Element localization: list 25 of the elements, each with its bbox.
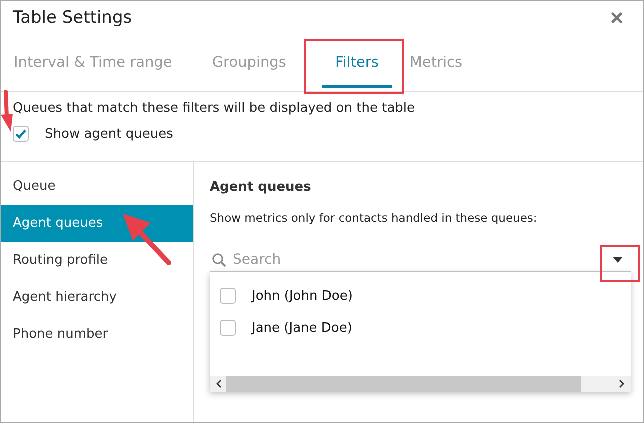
arrow xyxy=(1,89,15,133)
sidebar-item[interactable]: Queue xyxy=(1,168,193,205)
chevron-left-icon[interactable] xyxy=(216,380,222,388)
search-field[interactable]: Search xyxy=(233,252,607,268)
option-label[interactable]: John (John Doe) xyxy=(252,288,353,304)
panel-hint: Show metrics only for contacts handled in these queues: xyxy=(210,211,538,225)
checkbox[interactable] xyxy=(13,126,29,142)
chevron-right-icon[interactable] xyxy=(619,380,625,388)
checkbox[interactable] xyxy=(220,320,236,336)
search-icon xyxy=(212,252,227,268)
sidebar-item[interactable]: Agent hierarchy xyxy=(1,279,193,316)
close-icon[interactable] xyxy=(611,12,623,24)
panel-heading: Agent queues xyxy=(210,180,312,195)
dialog-title: Table Settings xyxy=(13,8,132,28)
option-label[interactable]: Jane (Jane Doe) xyxy=(252,320,352,336)
sidebar-item[interactable]: Routing profile xyxy=(1,242,193,279)
filter-description: Queues that match these filters will be displayed on the table xyxy=(13,101,416,116)
checkbox-label: Show agent queues xyxy=(45,126,174,142)
caret-icon[interactable] xyxy=(613,257,623,263)
sidebar-item[interactable]: Agent queues xyxy=(1,205,193,242)
callout-frame xyxy=(600,245,640,282)
checkbox[interactable] xyxy=(220,288,236,304)
sidebar-item[interactable]: Phone number xyxy=(1,316,193,353)
tab[interactable]: Filters xyxy=(322,51,392,88)
horizontal-scrollbar[interactable] xyxy=(210,376,631,392)
